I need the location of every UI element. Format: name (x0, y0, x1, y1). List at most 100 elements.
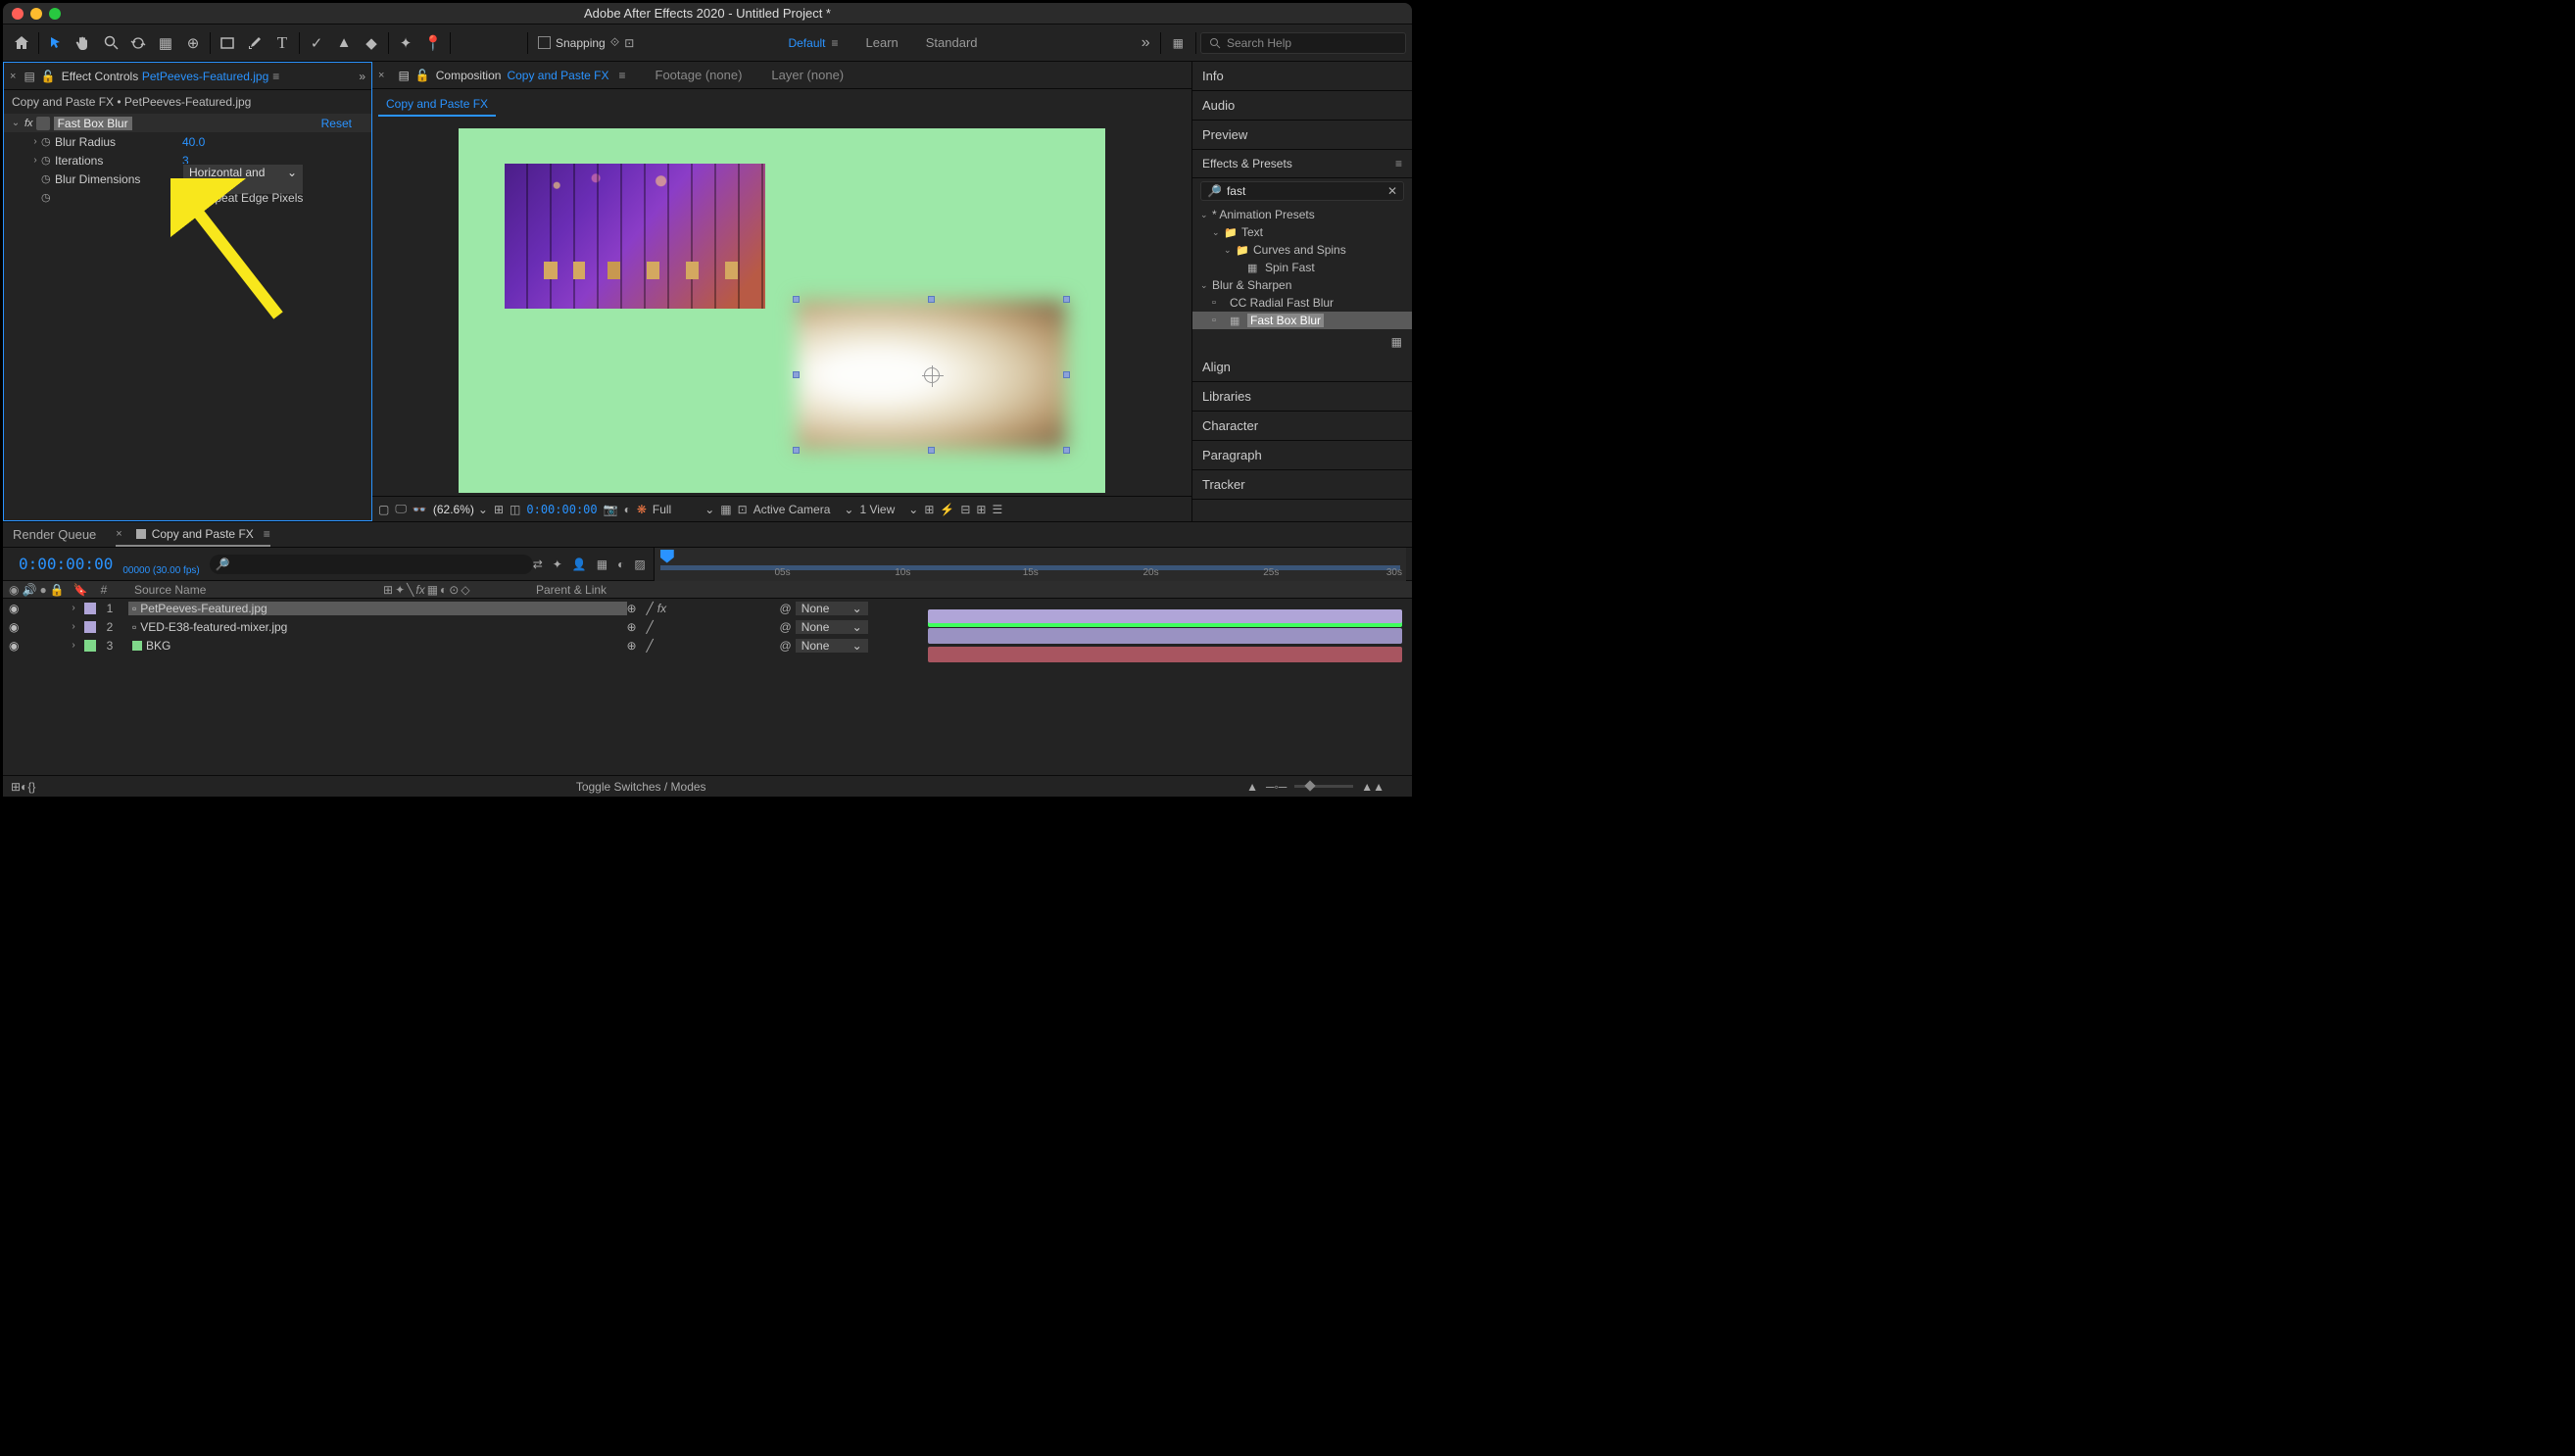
anchor-point[interactable] (924, 367, 940, 383)
roi-icon[interactable]: ◫ (510, 503, 520, 516)
layer-row-1[interactable]: ◉›1 ▫PetPeeves-Featured.jpg ⊕ ╱ fx @None… (3, 599, 1412, 617)
tab-comp[interactable]: ×Copy and Paste FX≡ (116, 523, 270, 547)
fx-icon[interactable]: fx (24, 118, 33, 129)
handle-se[interactable] (1063, 447, 1070, 454)
preset-icon[interactable] (36, 117, 50, 130)
timecode-display[interactable]: 0:00:00:00 (526, 503, 597, 516)
layer-tab[interactable]: Layer (none) (771, 68, 844, 82)
flowchart-icon[interactable]: ⊟ (960, 503, 970, 516)
repeat-edge-checkbox[interactable]: Repeat Edge Pixels (182, 191, 303, 205)
apply-effect-icon[interactable]: ▦ (1192, 331, 1412, 353)
tree-spin-fast[interactable]: ▦Spin Fast (1192, 259, 1412, 276)
panel-audio[interactable]: Audio (1192, 91, 1412, 121)
clear-search-icon[interactable]: ✕ (1387, 184, 1397, 198)
panel-menu-icon[interactable]: ≡ (272, 70, 279, 83)
snapping-toggle[interactable]: Snapping⟐⊡ (538, 35, 634, 50)
lock-icon[interactable]: 🔓 (41, 70, 56, 83)
layer-bar-2[interactable] (928, 628, 1403, 644)
tree-curves[interactable]: ⌄📁Curves and Spins (1192, 241, 1412, 259)
visibility-icon[interactable]: ◉ (9, 639, 23, 653)
effect-header[interactable]: ⌄ fx Fast Box Blur Reset (4, 114, 371, 132)
panel-effects-presets[interactable]: Effects & Presets≡ (1192, 150, 1412, 178)
handle-nw[interactable] (793, 296, 800, 303)
pen-tool[interactable] (242, 30, 267, 56)
zoom-tool[interactable] (98, 30, 123, 56)
pixel-ratio-icon[interactable]: ⊞ (924, 503, 934, 516)
composition-viewer[interactable] (372, 121, 1191, 496)
resolution-dropdown[interactable]: Full⌄ (653, 503, 714, 516)
current-time[interactable]: 0:00:00:00 (19, 555, 113, 573)
transparency-icon[interactable]: ▦ (720, 503, 731, 516)
panel-paragraph[interactable]: Paragraph (1192, 441, 1412, 470)
panel-more[interactable]: » (359, 70, 365, 83)
tree-blur-sharpen[interactable]: ⌄Blur & Sharpen (1192, 276, 1412, 294)
panel-libraries[interactable]: Libraries (1192, 382, 1412, 412)
stopwatch-icon[interactable]: ◷ (41, 172, 55, 185)
layer-bar-3[interactable] (928, 647, 1403, 662)
stopwatch-icon[interactable]: ◷ (41, 191, 55, 204)
panel-align[interactable]: Align (1192, 353, 1412, 382)
time-ruler[interactable]: 05s 10s 15s 20s 25s 30s (654, 548, 1406, 581)
pickwhip-icon[interactable]: @ (780, 639, 792, 653)
effect-name[interactable]: Fast Box Blur (54, 117, 132, 130)
parent-dropdown[interactable]: None⌄ (796, 620, 868, 634)
stopwatch-icon[interactable]: ◷ (41, 154, 55, 167)
tree-fast-box-blur[interactable]: ▫▦Fast Box Blur (1192, 312, 1412, 329)
roto-tool[interactable]: ✦ (393, 30, 418, 56)
color-mgmt-icon[interactable]: ❋ (637, 503, 647, 516)
close-tab-icon[interactable]: × (10, 71, 16, 82)
tree-cc-radial[interactable]: ▫CC Radial Fast Blur (1192, 294, 1412, 312)
toggle-switches-button[interactable]: Toggle Switches / Modes (576, 780, 706, 794)
av-col-icon[interactable]: ◉ (9, 583, 19, 597)
views-dropdown[interactable]: 1 View⌄ (859, 503, 918, 516)
search-help[interactable]: Search Help (1200, 32, 1406, 54)
camera-dropdown[interactable]: Active Camera⌄ (753, 503, 854, 516)
camera-tool[interactable]: ▦ (153, 30, 178, 56)
timeline-search[interactable]: 🔎 (210, 555, 533, 574)
motion-blur-icon[interactable]: ◐ (617, 558, 624, 571)
frame-blend-toggle[interactable]: ⊞ (11, 780, 21, 794)
eraser-tool[interactable]: ◆ (359, 30, 384, 56)
handle-sw[interactable] (793, 447, 800, 454)
show-channel-icon[interactable]: ◐ (624, 503, 631, 516)
comp-flow-icon[interactable]: ⊞ (976, 503, 986, 516)
effects-search[interactable]: 🔎 fast ✕ (1200, 181, 1404, 201)
tab-render-queue[interactable]: Render Queue (13, 523, 96, 546)
handle-w[interactable] (793, 371, 800, 378)
footage-tab[interactable]: Footage (none) (656, 68, 743, 82)
draft-3d-icon[interactable]: ✦ (553, 558, 562, 571)
playhead[interactable] (660, 550, 674, 563)
workspace-learn[interactable]: Learn (866, 35, 899, 50)
layer-bar-1[interactable] (928, 609, 1403, 625)
exposure-icon[interactable]: ☰ (992, 503, 1002, 516)
3d-view-icon[interactable]: ⊡ (738, 503, 748, 516)
workspace-standard[interactable]: Standard (926, 35, 978, 50)
parent-dropdown[interactable]: None⌄ (796, 639, 868, 653)
flowchart-link[interactable]: Copy and Paste FX (378, 93, 496, 117)
pickwhip-icon[interactable]: @ (780, 620, 792, 634)
puppet-tool[interactable]: 📍 (420, 30, 446, 56)
tree-text[interactable]: ⌄📁Text (1192, 223, 1412, 241)
rect-tool[interactable] (215, 30, 240, 56)
color-label[interactable] (84, 621, 96, 633)
home-button[interactable] (9, 30, 34, 56)
panel-character[interactable]: Character (1192, 412, 1412, 441)
mask-icon[interactable]: 👓 (413, 503, 427, 516)
panel-tracker[interactable]: Tracker (1192, 470, 1412, 500)
timeline-zoom[interactable]: ▲─◦─▲▲ (1246, 780, 1385, 794)
sync-icon[interactable]: ▦ (1173, 36, 1184, 50)
handle-e[interactable] (1063, 371, 1070, 378)
shy-icon[interactable]: 👤 (572, 558, 587, 571)
monitor-icon[interactable]: 🖵 (395, 502, 407, 516)
workspace-more[interactable]: » (1142, 34, 1150, 52)
orbit-tool[interactable] (125, 30, 151, 56)
handle-ne[interactable] (1063, 296, 1070, 303)
layer-mixer-image[interactable] (505, 164, 765, 309)
motion-blur-toggle[interactable]: ◐ (21, 780, 27, 794)
brain-icon[interactable]: {} (27, 780, 35, 794)
color-label[interactable] (84, 640, 96, 652)
alpha-icon[interactable]: ▢ (378, 503, 389, 516)
type-tool[interactable]: T (269, 30, 295, 56)
parent-dropdown[interactable]: None⌄ (796, 602, 868, 615)
panel-info[interactable]: Info (1192, 62, 1412, 91)
